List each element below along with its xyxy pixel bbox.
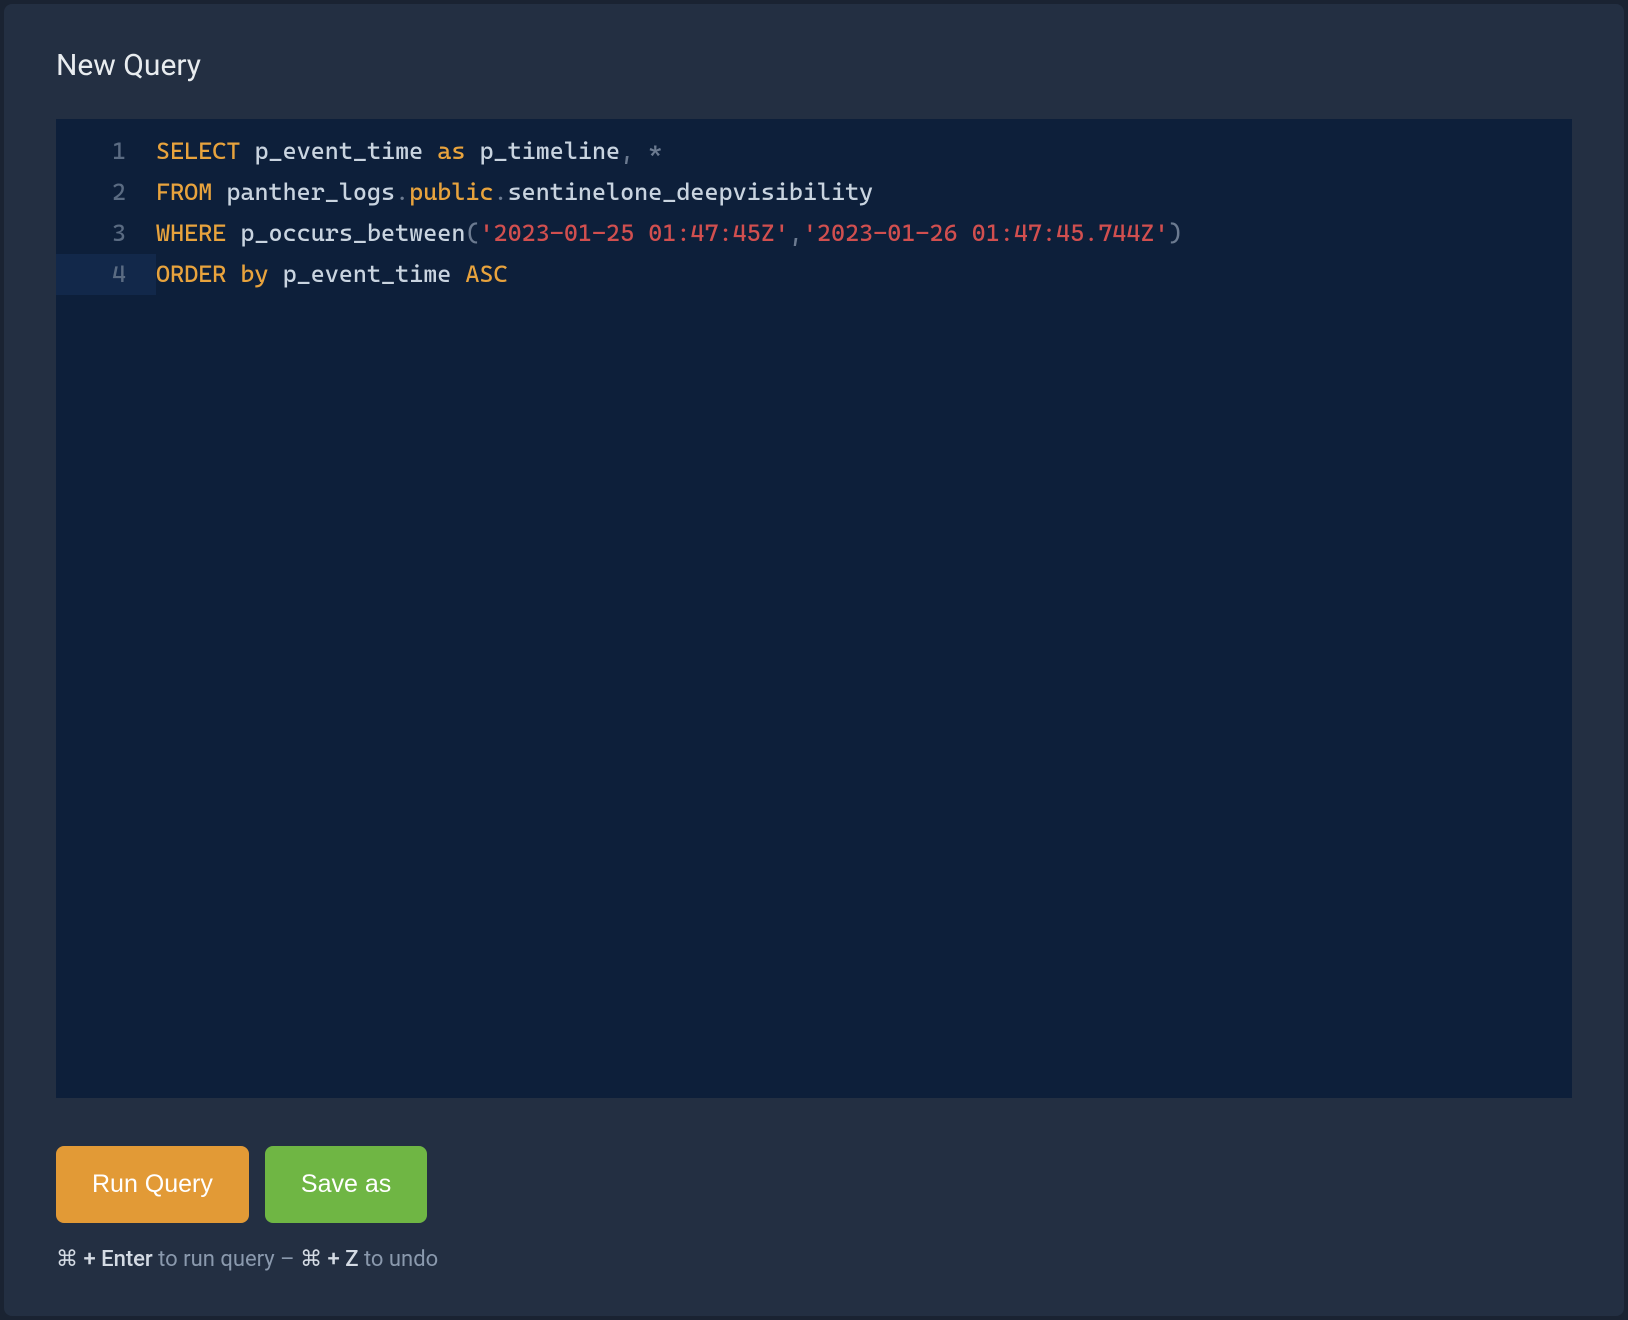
run-query-button[interactable]: Run Query	[56, 1146, 249, 1223]
code-content[interactable]: SELECT p_event_time as p_timeline, *	[156, 131, 662, 172]
sql-identifier: p_event_time	[240, 137, 437, 165]
code-content[interactable]: ORDER by p_event_time ASC	[156, 254, 508, 295]
sql-identifier: p_event_time	[269, 260, 466, 288]
page-title: New Query	[56, 48, 1572, 83]
sql-keyword: as	[437, 137, 465, 165]
line-number: 2	[56, 172, 156, 213]
sql-identifier: panther_logs	[212, 178, 395, 206]
hint-shortcut: ⌘ + Z	[300, 1247, 358, 1272]
sql-keyword: ASC	[465, 260, 507, 288]
sql-keyword: SELECT	[156, 137, 240, 165]
sql-space	[226, 260, 240, 288]
editor-line: 3 WHERE p_occurs_between('2023-01-25 01:…	[56, 213, 1572, 254]
sql-punct: .	[395, 178, 409, 206]
sql-punct: ,	[620, 137, 648, 165]
code-content[interactable]: WHERE p_occurs_between('2023-01-25 01:47…	[156, 213, 1183, 254]
sql-schema: public	[409, 178, 493, 206]
sql-identifier: p_timeline	[465, 137, 620, 165]
sql-punct: .	[494, 178, 508, 206]
sql-keyword: WHERE	[156, 219, 226, 247]
line-number: 4	[56, 254, 156, 295]
sql-punct: )	[1169, 219, 1183, 247]
save-as-button[interactable]: Save as	[265, 1146, 427, 1223]
sql-string: '2023-01-25 01:47:45Z'	[479, 219, 788, 247]
sql-string: '2023-01-26 01:47:45.744Z'	[803, 219, 1169, 247]
sql-punct: (	[465, 219, 479, 247]
sql-keyword: ORDER	[156, 260, 226, 288]
editor-line: 4 ORDER by p_event_time ASC	[56, 254, 1572, 295]
sql-identifier: p_occurs_between	[226, 219, 465, 247]
sql-wildcard: *	[648, 137, 662, 165]
line-number: 3	[56, 213, 156, 254]
editor-line: 1 SELECT p_event_time as p_timeline, *	[56, 131, 1572, 172]
line-number: 1	[56, 131, 156, 172]
editor-line: 2 FROM panther_logs.public.sentinelone_d…	[56, 172, 1572, 213]
sql-keyword: FROM	[156, 178, 212, 206]
query-panel: New Query 1 SELECT p_event_time as p_tim…	[4, 4, 1624, 1316]
sql-punct: ,	[789, 219, 803, 247]
sql-identifier: sentinelone_deepvisibility	[508, 178, 874, 206]
sql-keyword: by	[240, 260, 268, 288]
hint-text: to run query –	[153, 1247, 300, 1272]
hint-text: to undo	[358, 1247, 438, 1272]
keyboard-hint: ⌘ + Enter to run query – ⌘ + Z to undo	[56, 1247, 1572, 1272]
action-bar: Run Query Save as	[56, 1146, 1572, 1223]
code-content[interactable]: FROM panther_logs.public.sentinelone_dee…	[156, 172, 873, 213]
hint-shortcut: ⌘ + Enter	[56, 1247, 153, 1272]
sql-editor[interactable]: 1 SELECT p_event_time as p_timeline, * 2…	[56, 119, 1572, 1098]
